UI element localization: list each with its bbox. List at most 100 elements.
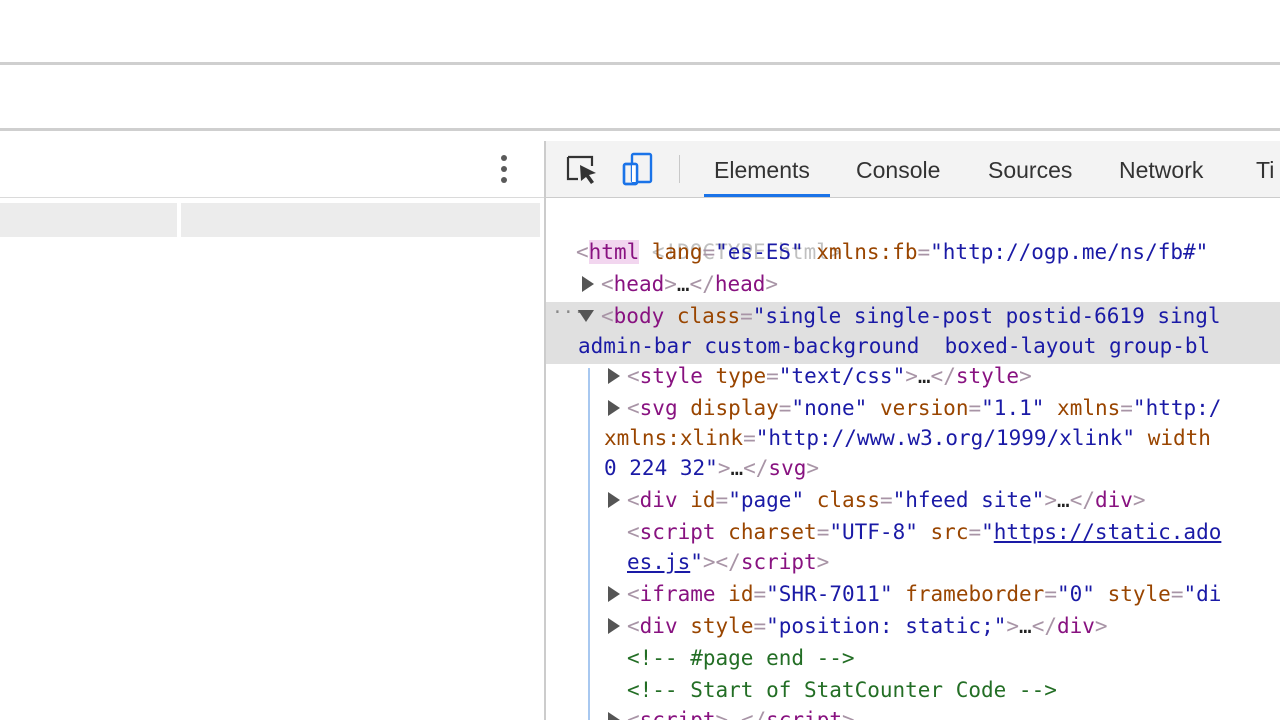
attr-value: di: [1196, 582, 1222, 606]
collapsed-ellipsis: …: [676, 272, 690, 296]
attr-name: style: [1107, 582, 1171, 606]
dom-line-script-cont: es.js"></script>: [627, 550, 830, 574]
attr-name: style: [690, 614, 754, 638]
dom-line-script-last[interactable]: <script>…</script>: [627, 704, 855, 720]
attr-name: type: [715, 364, 767, 388]
style-tag: style: [955, 364, 1020, 388]
browser-top-area: [0, 0, 1280, 62]
dom-line-html[interactable]: <html lang="es-ES" xmlns:fb="http://ogp.…: [576, 236, 1208, 268]
tab-elements[interactable]: Elements: [704, 141, 830, 197]
dom-tree: <!DOCTYPE html> <html lang="es-ES" xmlns…: [546, 198, 1280, 720]
tab-timeline[interactable]: Ti: [1256, 141, 1274, 197]
attr-value: SHR-7011: [778, 582, 880, 606]
dom-line-iframe[interactable]: <iframe id="SHR-7011" frameborder="0" st…: [627, 578, 1221, 610]
viewport-toolbar: [0, 141, 545, 198]
dom-line-svg-cont: xmlns:xlink="http://www.w3.org/1999/xlin…: [604, 426, 1211, 450]
attr-value: 0 224 32: [604, 456, 706, 480]
dom-line-svg-cont2: 0 224 32">…</svg>: [604, 456, 820, 480]
svg-tag: svg: [768, 456, 807, 480]
attr-name: lang: [651, 240, 703, 264]
dom-line-div-page[interactable]: <div id="page" class="hfeed site">…</div…: [627, 484, 1146, 516]
viewport-ruler: [0, 203, 540, 237]
attr-name: charset: [728, 520, 817, 544]
attr-value: 0: [1069, 582, 1083, 606]
expand-triangle-icon[interactable]: [608, 400, 620, 416]
spacer: [0, 131, 1280, 141]
more-options-icon[interactable]: [494, 151, 514, 187]
svg-tag: svg: [639, 396, 678, 420]
attr-name: xmlns:xlink: [604, 426, 744, 450]
attr-name: class: [676, 304, 741, 328]
ruler-segment: [181, 203, 540, 237]
expand-triangle-icon[interactable]: [608, 586, 620, 602]
attr-value: 1.1: [993, 396, 1032, 420]
script-tag: script: [639, 520, 716, 544]
attr-name: xmlns: [1057, 396, 1121, 420]
body-tag: body: [613, 304, 665, 328]
toolbar-separator: [679, 155, 680, 183]
attr-name: version: [879, 396, 969, 420]
collapse-triangle-icon[interactable]: [578, 310, 594, 322]
script-src-link[interactable]: https://static.ado: [994, 520, 1222, 544]
dom-line-head[interactable]: <head>…</head>: [601, 268, 778, 300]
div-tag: div: [1094, 488, 1133, 512]
attr-value: http:/: [1145, 396, 1222, 420]
attr-name: display: [690, 396, 779, 420]
devtools-toolbar: Elements Console Sources Network Ti: [546, 141, 1280, 198]
inspect-element-icon[interactable]: [564, 151, 600, 187]
dom-line-body-cont: admin-bar custom-background boxed-layout…: [578, 330, 1210, 362]
attr-value: UTF-8: [842, 520, 906, 544]
attr-name: xmlns:fb: [816, 240, 918, 264]
tab-console[interactable]: Console: [856, 141, 940, 197]
attr-value: es-ES: [727, 240, 791, 264]
head-tag: head: [714, 272, 766, 296]
ruler-segment: [0, 203, 177, 237]
tab-network[interactable]: Network: [1119, 141, 1203, 197]
script-src-link[interactable]: es.js: [627, 550, 690, 574]
attr-name: id: [690, 488, 716, 512]
browser-strip: [0, 65, 1280, 128]
expand-triangle-icon[interactable]: [608, 618, 620, 634]
attr-name: class: [816, 488, 880, 512]
tab-sources[interactable]: Sources: [988, 141, 1072, 197]
dom-line-comment[interactable]: <!-- #page end -->: [627, 642, 855, 674]
script-tag: script: [639, 708, 716, 720]
dom-line-comment[interactable]: <!-- Start of StatCounter Code -->: [627, 674, 1057, 706]
expand-triangle-icon[interactable]: [582, 276, 594, 292]
expand-triangle-icon[interactable]: [608, 712, 620, 720]
script-tag: script: [766, 708, 842, 720]
attr-name: frameborder: [905, 582, 1045, 606]
attr-value: none: [804, 396, 855, 420]
attr-value: text/css: [791, 364, 893, 388]
dom-line-body[interactable]: <body class="single single-post postid-6…: [601, 300, 1221, 332]
attr-name: id: [728, 582, 754, 606]
attr-value: http://www.w3.org/1999/xlink: [768, 426, 1123, 450]
dom-line-doctype[interactable]: <!DOCTYPE html>: [576, 204, 842, 264]
expand-triangle-icon[interactable]: [608, 368, 620, 384]
attr-value: page: [740, 488, 792, 512]
iframe-tag: iframe: [639, 582, 716, 606]
devtools-panel: Elements Console Sources Network Ti <!DO…: [546, 141, 1280, 720]
div-tag: div: [639, 488, 678, 512]
dom-line-script[interactable]: <script charset="UTF-8" src="https://sta…: [627, 516, 1221, 548]
attr-value: single single-post postid-6619 singl: [765, 304, 1221, 328]
dom-line-style[interactable]: <style type="text/css">…</style>: [627, 360, 1032, 392]
expand-triangle-icon[interactable]: [608, 492, 620, 508]
device-toolbar-icon[interactable]: [620, 151, 656, 187]
indent-guide: [588, 368, 590, 720]
attr-value: http://ogp.me/ns/fb#: [942, 240, 1196, 264]
style-tag: style: [639, 364, 703, 388]
attr-name: src: [930, 520, 969, 544]
html-tag: html: [588, 240, 640, 264]
div-tag: div: [1056, 614, 1095, 638]
head-tag: head: [613, 272, 665, 296]
attr-value: admin-bar custom-background boxed-layout…: [578, 334, 1211, 358]
attr-name: width: [1147, 426, 1211, 450]
dom-line-svg[interactable]: <svg display="none" version="1.1" xmlns=…: [627, 392, 1221, 424]
page-viewport-pane: [0, 141, 545, 720]
attr-value: position: static;: [778, 614, 994, 638]
script-tag: script: [740, 550, 817, 574]
div-tag: div: [639, 614, 678, 638]
attr-value: hfeed site: [905, 488, 1032, 512]
dom-line-div-static[interactable]: <div style="position: static;">…</div>: [627, 610, 1108, 642]
